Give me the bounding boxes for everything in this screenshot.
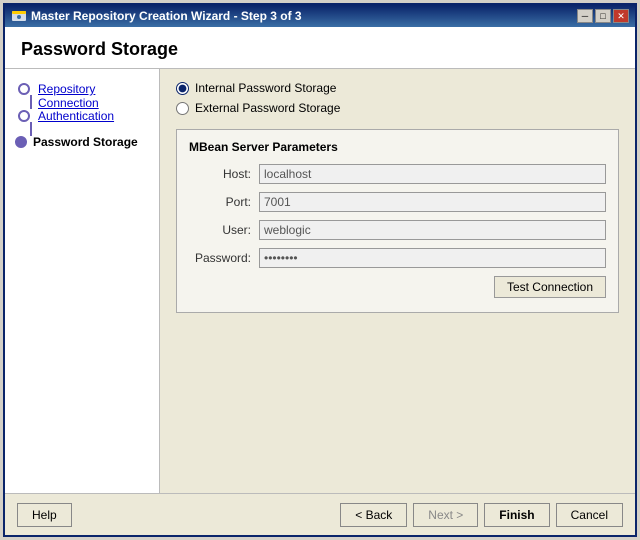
step-circle-password-storage: [15, 136, 27, 148]
cancel-button[interactable]: Cancel: [556, 503, 623, 527]
host-row: Host:: [189, 164, 606, 184]
step-connector-1: [30, 95, 32, 109]
user-row: User:: [189, 220, 606, 240]
host-label: Host:: [189, 167, 259, 181]
maximize-button[interactable]: □: [595, 9, 611, 23]
radio-external[interactable]: [176, 102, 189, 115]
mbean-section: MBean Server Parameters Host: Port: User…: [176, 129, 619, 313]
test-connection-button[interactable]: Test Connection: [494, 276, 606, 298]
step-circle-repository-connection: [18, 83, 30, 95]
sidebar-item-repository-connection[interactable]: Repository Connection: [38, 82, 149, 110]
port-row: Port:: [189, 192, 606, 212]
content-area: Repository Connection Authentication: [5, 69, 635, 493]
sidebar-item-password-storage[interactable]: Password Storage: [33, 135, 138, 149]
user-label: User:: [189, 223, 259, 237]
page-title: Password Storage: [5, 27, 635, 69]
port-label: Port:: [189, 195, 259, 209]
sidebar-item-authentication[interactable]: Authentication: [38, 109, 114, 123]
password-input[interactable]: [259, 248, 606, 268]
radio-label-internal: Internal Password Storage: [195, 81, 336, 95]
radio-item-internal[interactable]: Internal Password Storage: [176, 81, 619, 95]
step-connector-2: [30, 122, 32, 136]
host-input[interactable]: [259, 164, 606, 184]
radio-item-external[interactable]: External Password Storage: [176, 101, 619, 115]
title-bar-left: Master Repository Creation Wizard - Step…: [11, 8, 302, 24]
sidebar-label-authentication: Authentication: [38, 109, 114, 123]
sidebar: Repository Connection Authentication: [5, 69, 160, 493]
minimize-button[interactable]: ─: [577, 9, 593, 23]
footer-left: Help: [17, 503, 72, 527]
sidebar-label-repository-connection: Repository Connection: [38, 82, 149, 110]
footer-right: < Back Next > Finish Cancel: [340, 503, 623, 527]
finish-button[interactable]: Finish: [484, 503, 549, 527]
port-input[interactable]: [259, 192, 606, 212]
password-label: Password:: [189, 251, 259, 265]
radio-internal[interactable]: [176, 82, 189, 95]
footer: Help < Back Next > Finish Cancel: [5, 493, 635, 535]
password-row: Password:: [189, 248, 606, 268]
test-connection-row: Test Connection: [189, 276, 606, 298]
close-button[interactable]: ✕: [613, 9, 629, 23]
main-panel: Internal Password Storage External Passw…: [160, 69, 635, 493]
step-circle-authentication: [18, 110, 30, 122]
radio-label-external: External Password Storage: [195, 101, 340, 115]
back-button[interactable]: < Back: [340, 503, 407, 527]
next-button[interactable]: Next >: [413, 503, 478, 527]
user-input[interactable]: [259, 220, 606, 240]
radio-group: Internal Password Storage External Passw…: [176, 81, 619, 115]
title-bar: Master Repository Creation Wizard - Step…: [5, 5, 635, 27]
section-title: MBean Server Parameters: [189, 140, 606, 154]
window-icon: [11, 8, 27, 24]
help-button[interactable]: Help: [17, 503, 72, 527]
sidebar-label-password-storage: Password Storage: [33, 135, 138, 149]
title-buttons: ─ □ ✕: [577, 9, 629, 23]
main-window: Master Repository Creation Wizard - Step…: [3, 3, 637, 537]
window-title: Master Repository Creation Wizard - Step…: [31, 9, 302, 23]
